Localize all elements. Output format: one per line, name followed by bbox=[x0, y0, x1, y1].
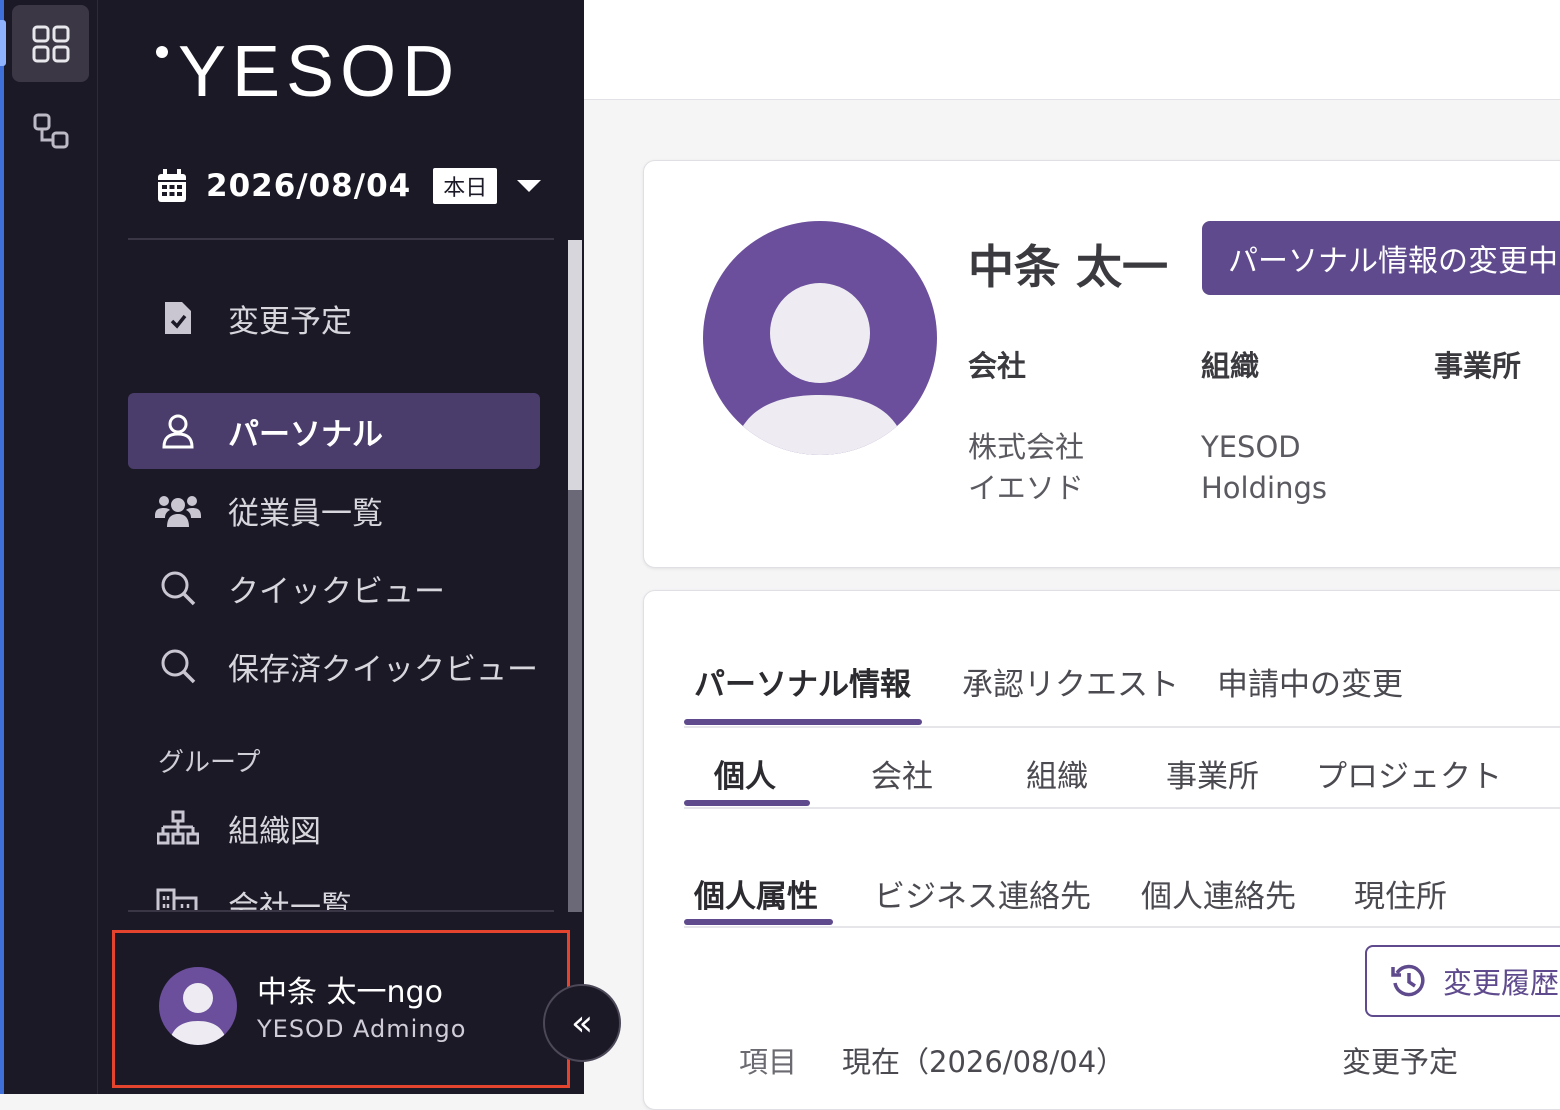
people-icon bbox=[155, 496, 201, 527]
double-chevron-left-icon: « bbox=[570, 1002, 594, 1044]
document-check-icon bbox=[165, 302, 191, 334]
tab-project[interactable]: プロジェクト bbox=[1316, 751, 1502, 796]
change-history-button[interactable]: 変更履歴 bbox=[1365, 945, 1560, 1017]
top-bar bbox=[584, 0, 1560, 100]
sidebar-item-saved-quick-view[interactable]: 保存済クイックビュー bbox=[128, 628, 570, 704]
status-badge: パーソナル情報の変更中 bbox=[1202, 221, 1560, 295]
sidebar-item-label: パーソナル bbox=[228, 416, 383, 453]
sidebar-item-personal[interactable]: パーソナル bbox=[128, 393, 540, 469]
nav-group-heading: グループ bbox=[158, 748, 261, 778]
organization-value-line: YESOD bbox=[1201, 430, 1301, 464]
chevron-down-icon bbox=[517, 180, 542, 192]
avatar bbox=[159, 967, 237, 1045]
tab-company[interactable]: 会社 bbox=[871, 751, 933, 796]
column-header-item: 項目 bbox=[739, 1045, 798, 1079]
date-picker[interactable]: 2026/08/04 本日 bbox=[156, 168, 542, 204]
sidebar-item-quick-view[interactable]: クイックビュー bbox=[128, 550, 540, 626]
tab-business-contact[interactable]: ビジネス連絡先 bbox=[874, 871, 1091, 916]
user-silhouette-icon bbox=[733, 283, 907, 455]
today-badge: 本日 bbox=[433, 168, 498, 204]
sidebar-item-employee-list[interactable]: 従業員一覧 bbox=[128, 472, 540, 548]
user-role: YESOD Admingo bbox=[257, 1015, 467, 1043]
tab-personal-info[interactable]: パーソナル情報 bbox=[694, 659, 911, 704]
sidebar-scrollbar[interactable] bbox=[568, 240, 582, 912]
tab-current-address[interactable]: 現住所 bbox=[1354, 871, 1447, 916]
sidebar-item-label: 会社一覧 bbox=[228, 889, 352, 913]
tab-office[interactable]: 事業所 bbox=[1166, 751, 1259, 796]
tab-personal-contact[interactable]: 個人連絡先 bbox=[1141, 871, 1296, 916]
company-label: 会社 bbox=[968, 349, 1027, 383]
divider bbox=[684, 807, 1560, 809]
sidebar-item-label: 従業員一覧 bbox=[228, 495, 383, 532]
search-icon bbox=[161, 649, 196, 684]
change-history-label: 変更履歴 bbox=[1443, 966, 1560, 1000]
active-tab-indicator bbox=[684, 800, 810, 806]
collapse-sidebar-button[interactable]: « bbox=[543, 984, 621, 1062]
sidebar-item-label: 保存済クイックビュー bbox=[228, 651, 538, 688]
divider bbox=[684, 726, 1560, 728]
building-icon bbox=[156, 888, 198, 912]
active-tab-indicator bbox=[684, 719, 922, 725]
current-date: 2026/08/04 bbox=[206, 168, 412, 204]
profile-avatar bbox=[703, 221, 937, 455]
sidebar-item-label: クイックビュー bbox=[228, 573, 445, 610]
app-logo[interactable]: YESOD bbox=[156, 32, 461, 112]
user-account-panel[interactable]: 中条 太一ngo YESOD Admingo bbox=[112, 930, 570, 1088]
rail-edge bbox=[0, 0, 4, 1094]
company-value: 株式会社 イエソド bbox=[968, 427, 1084, 509]
sidebar-nav: 変更予定 パーソナル 従業員一覧 クイックビュー 保存済クイックビュー グループ… bbox=[128, 240, 570, 912]
company-value-line: 株式会社 bbox=[968, 430, 1085, 464]
tab-approval-requests[interactable]: 承認リクエスト bbox=[962, 659, 1179, 704]
workflow-button[interactable] bbox=[12, 92, 89, 169]
person-icon bbox=[162, 414, 194, 449]
logo-text: YESOD bbox=[178, 32, 461, 112]
company-value-line: イエソド bbox=[968, 471, 1084, 505]
app-grid-button[interactable] bbox=[12, 5, 89, 82]
divider bbox=[128, 910, 554, 912]
tab-pending-changes[interactable]: 申請中の変更 bbox=[1217, 659, 1403, 704]
tab-individual[interactable]: 個人 bbox=[714, 751, 776, 796]
workflow-icon bbox=[33, 113, 68, 148]
organization-label: 組織 bbox=[1201, 349, 1260, 383]
user-name: 中条 太一ngo bbox=[257, 975, 443, 1010]
tab-organization[interactable]: 組織 bbox=[1026, 751, 1088, 796]
scrollbar-thumb[interactable] bbox=[568, 240, 582, 490]
sidebar-item-org-chart[interactable]: 組織図 bbox=[128, 790, 540, 866]
search-icon bbox=[161, 571, 196, 606]
sidebar-item-company-list[interactable]: 会社一覧 bbox=[128, 866, 540, 912]
sidebar: YESOD 2026/08/04 本日 変更予定 パーソナル 従業員一覧 クイッ… bbox=[98, 0, 584, 1094]
calendar-icon bbox=[158, 169, 186, 202]
sidebar-item-label: 変更予定 bbox=[228, 303, 352, 340]
grid-icon bbox=[32, 25, 69, 62]
detail-card: パーソナル情報 承認リクエスト 申請中の変更 個人 会社 組織 事業所 プロジェ… bbox=[643, 590, 1560, 1110]
rail-edge-indicator bbox=[0, 20, 6, 66]
column-header-current: 現在（2026/08/04） bbox=[842, 1045, 1126, 1079]
column-header-scheduled: 変更予定 bbox=[1342, 1045, 1459, 1079]
organization-value-line: Holdings bbox=[1201, 471, 1327, 505]
divider bbox=[684, 926, 1560, 928]
profile-card: 中条 太一 パーソナル情報の変更中 会社 組織 事業所 株式会社 イエソド YE… bbox=[643, 160, 1560, 568]
sidebar-item-scheduled-changes[interactable]: 変更予定 bbox=[128, 280, 540, 356]
user-silhouette-icon bbox=[169, 983, 227, 1045]
org-chart-icon bbox=[157, 810, 199, 845]
icon-rail bbox=[0, 0, 98, 1094]
tab-personal-attributes[interactable]: 個人属性 bbox=[694, 871, 818, 916]
active-tab-indicator bbox=[684, 919, 833, 925]
sidebar-item-label: 組織図 bbox=[228, 813, 321, 850]
profile-name: 中条 太一 bbox=[968, 240, 1169, 294]
history-icon bbox=[1391, 964, 1425, 997]
organization-value: YESOD Holdings bbox=[1201, 427, 1327, 509]
logo-dot bbox=[156, 46, 168, 58]
office-label: 事業所 bbox=[1434, 349, 1522, 383]
